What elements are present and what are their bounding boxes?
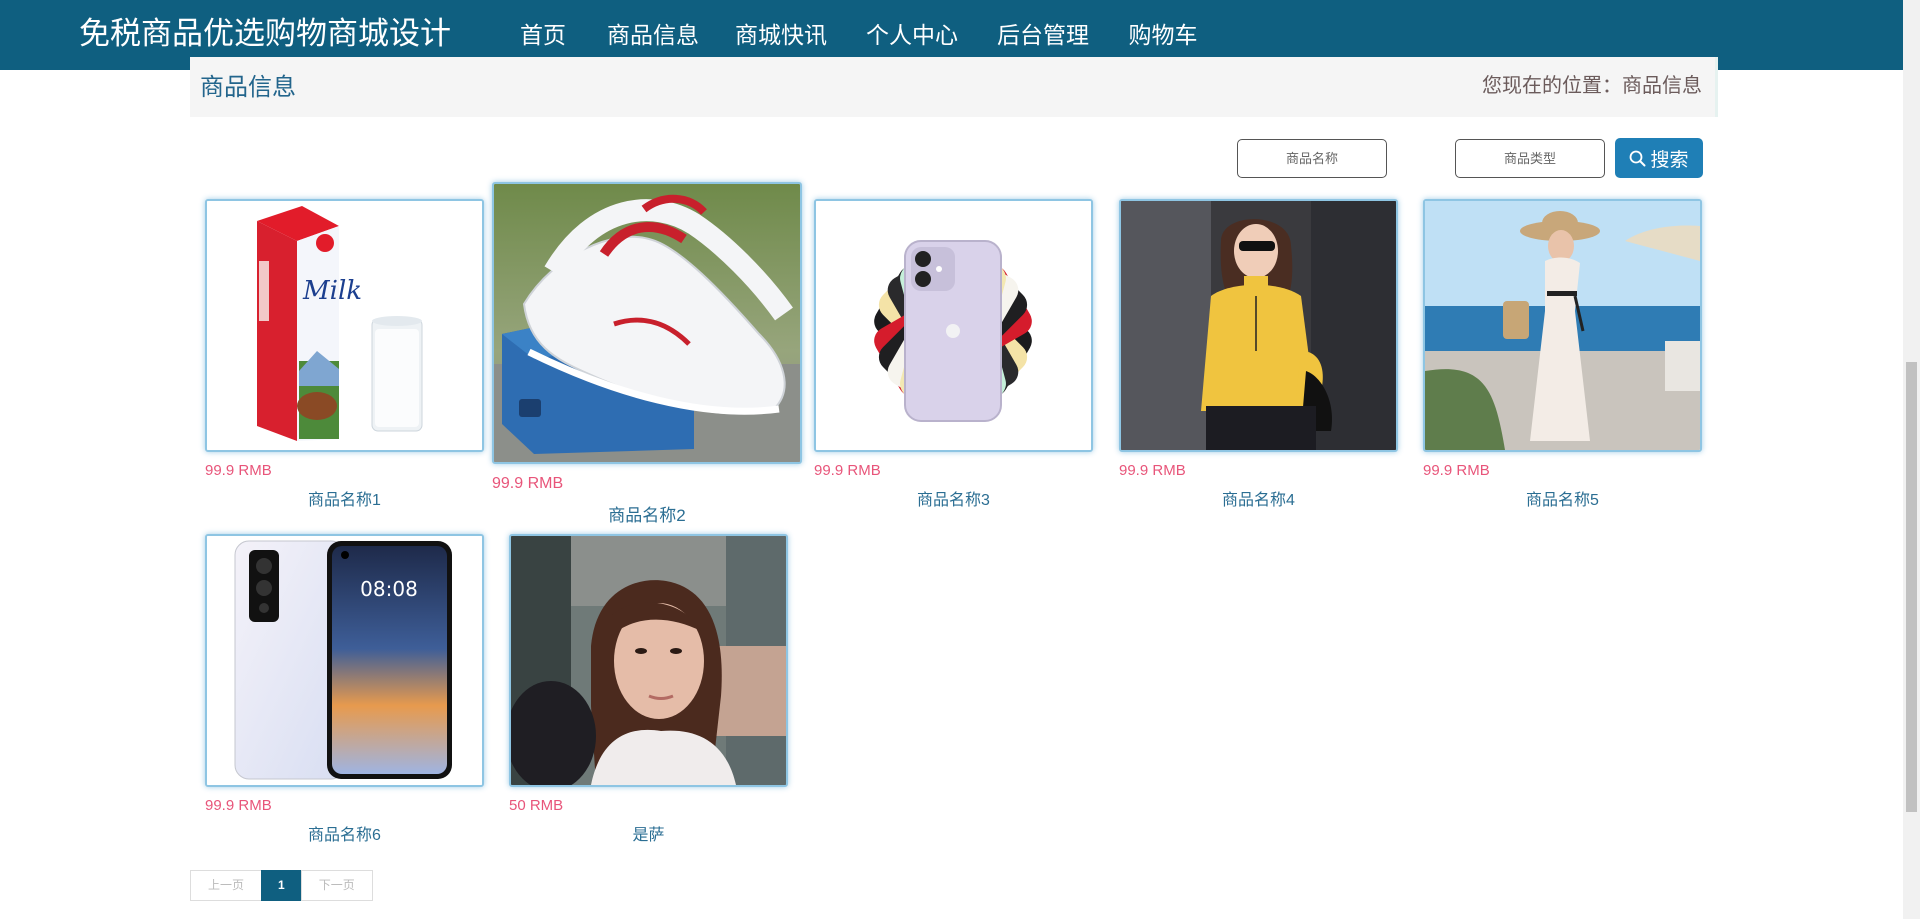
product-name[interactable]: 商品名称5 — [1423, 486, 1702, 510]
product-image-smartphone-pro[interactable]: 08:08 — [205, 534, 484, 787]
next-page-button[interactable]: 下一页 — [300, 870, 373, 901]
page-number-button[interactable]: 1 — [261, 870, 302, 901]
product-image-yellow-sweater[interactable] — [1119, 199, 1398, 452]
product-card[interactable]: Milk 99.9 RMB 商品名称1 — [205, 199, 484, 510]
product-price: 99.9 RMB — [1423, 462, 1490, 479]
breadcrumb: 您现在的位置：商品信息 — [1482, 69, 1702, 98]
product-type-search-input[interactable] — [1455, 139, 1605, 178]
product-card[interactable]: 99.9 RMB 商品名称5 — [1423, 199, 1702, 510]
product-card[interactable]: 99.9 RMB 商品名称4 — [1119, 199, 1398, 510]
product-name[interactable]: 商品名称6 — [205, 821, 484, 845]
search-button[interactable]: 搜索 — [1615, 138, 1703, 178]
product-card[interactable]: 50 RMB 是萨 — [509, 534, 788, 845]
page-title: 商品信息 — [200, 74, 296, 101]
product-card[interactable]: 99.9 RMB 商品名称2 — [492, 182, 802, 526]
product-name[interactable]: 商品名称4 — [1119, 486, 1398, 510]
svg-text:Milk: Milk — [302, 276, 362, 306]
page-title-bar: 商品信息 您现在的位置：商品信息 — [190, 57, 1718, 117]
product-price: 50 RMB — [509, 797, 564, 814]
svg-text:08:08: 08:08 — [360, 577, 418, 601]
product-card[interactable]: 08:08 99.9 RMB 商品名称6 — [205, 534, 484, 845]
breadcrumb-label: 您现在的位置： — [1482, 75, 1622, 97]
prev-page-button[interactable]: 上一页 — [190, 870, 263, 901]
product-image-white-dress[interactable] — [1423, 199, 1702, 452]
product-price: 99.9 RMB — [814, 462, 881, 479]
breadcrumb-current[interactable]: 商品信息 — [1622, 75, 1702, 97]
product-image-portrait[interactable] — [509, 534, 788, 787]
product-card[interactable]: 99.9 RMB 商品名称3 — [814, 199, 1093, 510]
product-name[interactable]: 商品名称1 — [205, 486, 484, 510]
product-image-sneaker[interactable] — [492, 182, 802, 464]
product-image-milk[interactable]: Milk — [205, 199, 484, 452]
scrollbar-thumb[interactable] — [1906, 362, 1917, 812]
search-button-label: 搜索 — [1650, 149, 1689, 171]
search-icon — [1629, 150, 1646, 167]
product-price: 99.9 RMB — [1119, 462, 1186, 479]
product-price: 99.9 RMB — [492, 475, 564, 492]
product-name[interactable]: 商品名称3 — [814, 486, 1093, 510]
site-title[interactable]: 免税商品优选购物商城设计 — [79, 14, 451, 54]
product-price: 99.9 RMB — [205, 462, 272, 479]
product-name-search-input[interactable] — [1237, 139, 1387, 178]
product-name[interactable]: 是萨 — [509, 821, 788, 845]
pagination: 上一页 1 下一页 — [190, 870, 373, 901]
product-image-smartphone[interactable] — [814, 199, 1093, 452]
product-name[interactable]: 商品名称2 — [492, 501, 802, 526]
product-price: 99.9 RMB — [205, 797, 272, 814]
